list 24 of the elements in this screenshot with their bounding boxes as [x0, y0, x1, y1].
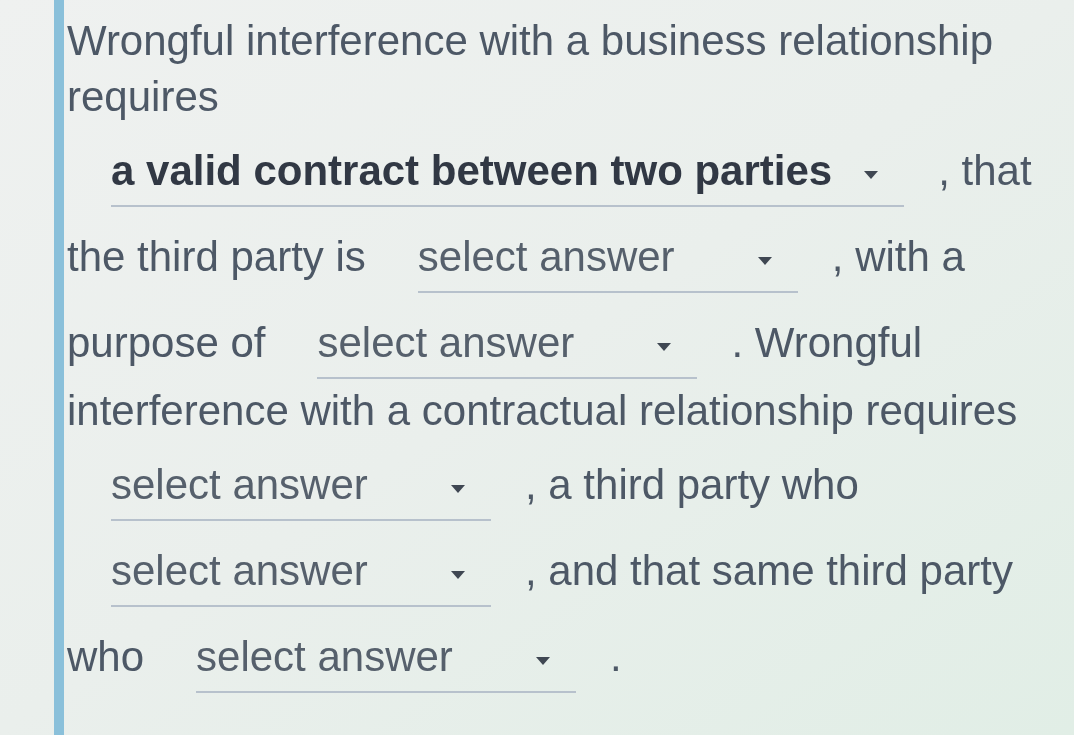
question-text: . [610, 632, 622, 682]
answer-dropdown[interactable]: select answer [317, 315, 698, 379]
question-text: , with a [831, 232, 965, 282]
question-text: , and that same third party [525, 546, 1013, 596]
answer-dropdown[interactable]: select answer [196, 629, 577, 693]
caret-down-icon [864, 171, 879, 179]
caret-down-icon [536, 657, 551, 665]
question-text: , a third party who [525, 460, 859, 510]
answer-dropdown[interactable]: select answer [111, 457, 491, 521]
caret-down-icon [657, 343, 672, 351]
answer-dropdown[interactable]: select answer [111, 543, 491, 607]
question-text: Wrongful interference with a business relationship [67, 16, 994, 66]
question-text: interference with a contractual relationship requires [67, 386, 1018, 436]
question-text: . Wrongful [731, 318, 923, 368]
question-text: who [67, 632, 145, 682]
question-text: requires [67, 72, 219, 122]
question-text: the third party is [67, 232, 366, 282]
answer-dropdown[interactable]: select answer [417, 229, 798, 293]
question-text: purpose of [67, 318, 266, 368]
caret-down-icon [451, 485, 465, 493]
answer-dropdown[interactable]: a valid contract between two parties [111, 143, 905, 207]
caret-down-icon [757, 257, 772, 265]
caret-down-icon [451, 571, 465, 579]
question-text: , that [938, 146, 1032, 196]
